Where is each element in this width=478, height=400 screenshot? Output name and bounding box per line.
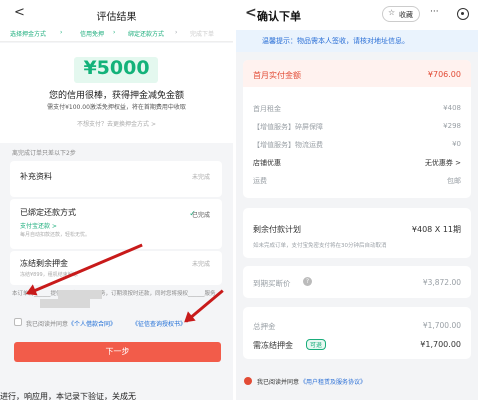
- task-supplement-info[interactable]: 补充资料 未完成: [10, 161, 222, 197]
- step-1: 选择押金方式: [10, 31, 47, 38]
- step-arrow-icon: ›: [113, 29, 116, 36]
- step-3: 绑定还款方式: [128, 31, 165, 38]
- task-status: 已完成: [191, 212, 210, 219]
- step-2: 信用免押: [80, 31, 105, 38]
- shipping-value: 包邮: [447, 177, 461, 185]
- credit-amount: ¥5000: [83, 57, 150, 79]
- plan-note: 如未完成订单，支付宝免密支付将在30分钟后自动取消: [253, 243, 387, 249]
- deposit-label: 总押金: [253, 322, 276, 331]
- fee-label: 首月租金: [253, 105, 281, 113]
- left-screenshot: < 评估结果 选择押金方式 › 信用免押 › 绑定还款方式 › 完成下单 ¥50…: [0, 0, 233, 400]
- change-deposit-link[interactable]: 不想支付？去更换押金方式 >: [0, 119, 233, 128]
- frozen-value: ¥1,700.00: [420, 340, 461, 349]
- service-note: 本订单将______提供支付整体租金服务，订期须按时还款，同时您将授权_____…: [12, 291, 216, 297]
- first-pay-value: ¥706.00: [427, 70, 461, 79]
- favorite-label: 收藏: [399, 11, 413, 19]
- step-arrow-icon: ›: [175, 29, 178, 36]
- notice-text: 温馨提示：物品需本人签收，请核对地址信息。: [262, 37, 409, 45]
- agree-radio[interactable]: [244, 377, 252, 385]
- bottom-caption: 进行，响应用，本记录下验证，关成无: [0, 392, 136, 400]
- refundable-badge: 可退: [306, 339, 327, 350]
- step-4: 完成下单: [190, 31, 215, 38]
- shipping-label: 运费: [253, 177, 267, 185]
- page-title: 确认下单: [257, 10, 301, 23]
- credit-auth-link[interactable]: 《征信查询授权书》: [132, 319, 186, 328]
- coupon-label: 店铺优惠: [253, 159, 281, 167]
- left-nav-bar: < 评估结果: [0, 0, 233, 26]
- masked-text: [40, 299, 90, 308]
- page-title: 评估结果: [96, 12, 137, 23]
- coupon-selector[interactable]: 无优惠券 >: [425, 158, 461, 168]
- help-icon[interactable]: ?: [303, 277, 312, 286]
- payment-plan-card: 剩余付款计划 ¥408 X 11期 如未完成订单，支付宝免密支付将在30分钟后自…: [243, 208, 471, 258]
- agree-checkbox[interactable]: [14, 318, 22, 326]
- fee-label: 【增值服务】物流运费: [253, 141, 323, 149]
- favorite-button[interactable]: ☆ 收藏: [382, 6, 420, 22]
- task-title: 冻结剩余押金: [20, 259, 68, 268]
- plan-value: ¥408 X 11期: [411, 225, 461, 234]
- deposit-card: 总押金 ¥1,700.00 需冻结押金 ¥1,700.00 可退: [243, 307, 471, 359]
- task-status: 未完成: [191, 261, 210, 268]
- plan-label: 剩余付款计划: [253, 225, 301, 234]
- first-pay-label: 首月实付金额: [253, 71, 301, 80]
- masked-text: [58, 290, 102, 299]
- right-screenshot: < 确认下单 ☆ 收藏 ··· 温馨提示：物品需本人签收，请核对地址信息。 首月…: [236, 0, 478, 400]
- credit-result-hero: ¥5000 您的信用很棒，获得押金减免金额 需支付¥100.00激活免押权益，将…: [0, 43, 233, 143]
- credit-subline: 需支付¥100.00激活免押权益，将在首期费用中收取: [47, 104, 186, 111]
- back-icon[interactable]: <: [245, 5, 257, 21]
- loan-contract-link[interactable]: 《个人借款合同》: [68, 319, 116, 328]
- section-label: 离完成订单只差以下2步: [12, 150, 76, 157]
- fee-value: ¥408: [443, 104, 461, 112]
- agree-prefix: 我已阅读并同意: [257, 379, 300, 386]
- more-icon[interactable]: ···: [430, 7, 439, 17]
- task-title: 已绑定还款方式: [20, 208, 76, 217]
- frozen-label: 需冻结押金: [253, 341, 293, 350]
- first-payment-card: 首月实付金额 ¥706.00 首月租金 ¥408 【增值服务】碎屏保障 ¥298 【…: [243, 60, 471, 198]
- buyout-card: 到期买断价 ¥3,872.00 ?: [243, 266, 471, 298]
- fee-value: ¥298: [443, 122, 461, 130]
- service-agreement-link[interactable]: 《用户租赁及服务协议》: [300, 377, 366, 386]
- credit-headline: 您的信用很棒，获得押金减免金额: [48, 91, 184, 101]
- fee-value: ¥0: [452, 140, 461, 148]
- fee-label: 【增值服务】碎屏保障: [253, 123, 323, 131]
- task-title: 补充资料: [20, 172, 52, 181]
- notice-banner: 温馨提示：物品需本人签收，请核对地址信息。: [236, 30, 478, 52]
- deposit-value: ¥1,700.00: [422, 321, 461, 330]
- task-sub-link[interactable]: 支付宝还款 >: [20, 221, 57, 230]
- right-nav-bar: < 确认下单 ☆ 收藏 ···: [236, 0, 478, 30]
- step-arrow-icon: ›: [60, 29, 63, 36]
- agree-prefix: 我已阅读并同意: [26, 321, 69, 328]
- task-status: 未完成: [191, 174, 210, 181]
- task-repayment-method[interactable]: 已绑定还款方式 ✓ 已完成 支付宝还款 > 每月自动扣款还款，轻松无忧。: [10, 199, 222, 249]
- buyout-label: 到期买断价: [253, 279, 291, 288]
- close-target-icon[interactable]: [457, 8, 469, 20]
- next-button[interactable]: 下一步: [14, 342, 221, 362]
- star-icon: ☆: [388, 8, 396, 17]
- task-sub-note: 每月自动扣款还款，轻松无忧。: [20, 232, 91, 238]
- progress-steps: 选择押金方式 › 信用免押 › 绑定还款方式 › 完成下单: [0, 26, 233, 42]
- buyout-value: ¥3,872.00: [422, 278, 461, 287]
